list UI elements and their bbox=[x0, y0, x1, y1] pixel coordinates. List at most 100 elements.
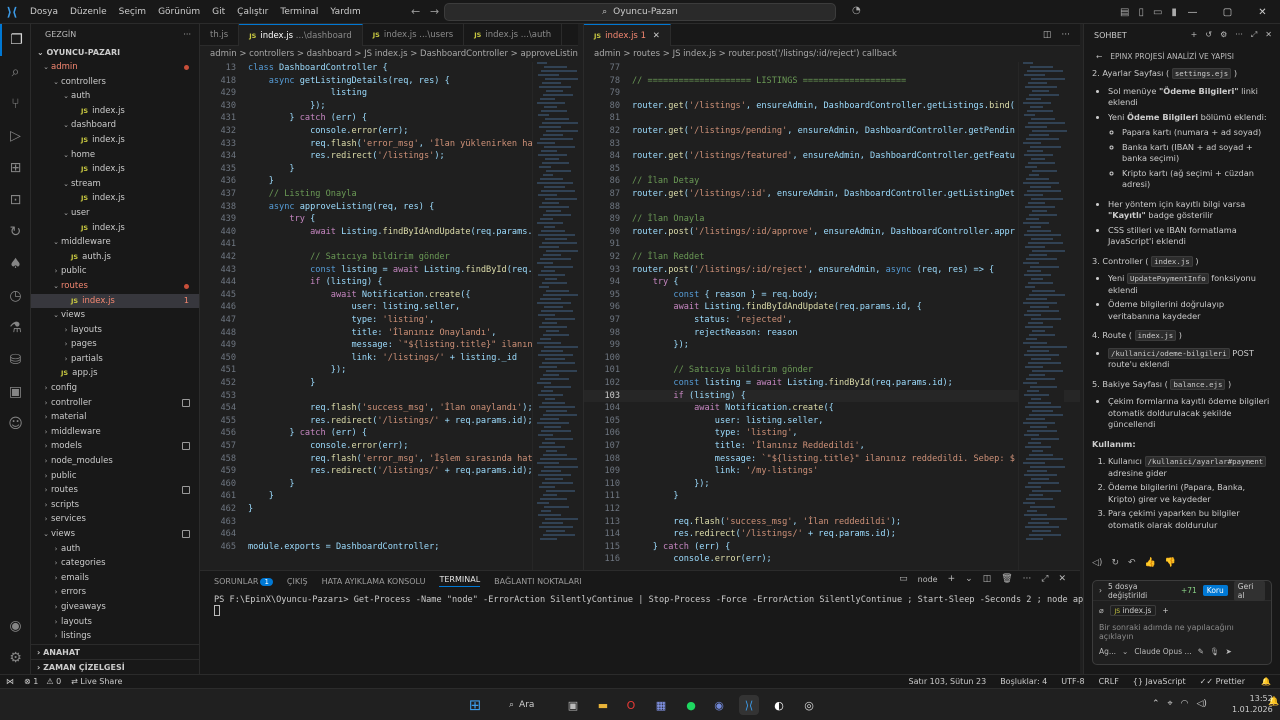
search-icon[interactable]: ⌕ bbox=[0, 56, 31, 88]
file-item[interactable]: JS index.js bbox=[31, 221, 199, 236]
code-line[interactable]: 114 res.redirect('/listings/' + req.para… bbox=[584, 528, 1080, 541]
code-line[interactable]: 432 console.error(err); bbox=[200, 125, 578, 138]
folder-item[interactable]: ⌄ views bbox=[31, 527, 199, 542]
folder-item[interactable]: ⌄ user bbox=[31, 206, 199, 221]
run-debug-icon[interactable]: ▷ bbox=[0, 120, 31, 152]
attach-icon[interactable]: ⌀ bbox=[1099, 606, 1104, 615]
minimize-icon[interactable]: — bbox=[1175, 7, 1210, 18]
chevron-down-icon[interactable]: ⌄ bbox=[1122, 647, 1128, 656]
file-encoding[interactable]: UTF-8 bbox=[1054, 677, 1091, 686]
indentation[interactable]: Boşluklar: 4 bbox=[993, 677, 1054, 686]
folder-item[interactable]: ⌄ middleware bbox=[31, 235, 199, 250]
workspace-root[interactable]: ⌄ OYUNCU-PAZARI bbox=[31, 46, 199, 60]
maximize-icon[interactable]: ⤢ bbox=[1251, 30, 1257, 40]
chat-input-field[interactable]: Bir sonraki adımda ne yapılacağını açıkl… bbox=[1093, 619, 1271, 641]
model-picker[interactable]: Claude Opus ... bbox=[1134, 647, 1191, 656]
command-center-search[interactable]: ⌕ Oyuncu-Pazarı bbox=[444, 3, 836, 21]
code-line[interactable]: 459 res.redirect('/listings/' + req.para… bbox=[200, 465, 578, 478]
code-line[interactable]: 107 title: 'İlanınız Reddedildi', bbox=[584, 440, 1080, 453]
notifications-icon[interactable]: 🔔 bbox=[1252, 677, 1280, 686]
chevron-up-icon[interactable]: ⌃ bbox=[1152, 699, 1160, 709]
code-line[interactable]: 446 user: listing.seller, bbox=[200, 301, 578, 314]
tab-ports[interactable]: BAĞLANTI NOKTALARI bbox=[494, 577, 582, 586]
folder-item[interactable]: ⌄ routes bbox=[31, 279, 199, 294]
shell-name[interactable]: node bbox=[918, 575, 938, 584]
terminal-output[interactable]: PS F:\EpinX\Oyuncu-Pazarı> Get-Process -… bbox=[200, 591, 1104, 620]
file-item[interactable]: JS index.js bbox=[31, 191, 199, 206]
file-item[interactable]: JS auth.js bbox=[31, 250, 199, 265]
code-line[interactable]: 86 // İlan Detay bbox=[584, 175, 1080, 188]
folder-item[interactable]: › material bbox=[31, 410, 199, 425]
language-mode[interactable]: {} JavaScript bbox=[1126, 677, 1193, 686]
explorer-icon[interactable]: ❐ bbox=[0, 24, 31, 56]
microphone-icon[interactable]: 🎙 bbox=[1210, 647, 1220, 656]
menu-go[interactable]: Git bbox=[206, 0, 231, 24]
folder-item[interactable]: ⌄ views bbox=[31, 308, 199, 323]
folder-item[interactable]: › middleware bbox=[31, 425, 199, 440]
code-line[interactable]: 99 }); bbox=[584, 339, 1080, 352]
close-icon[interactable]: ✕ bbox=[1245, 7, 1280, 18]
new-chat-icon[interactable]: + bbox=[1191, 30, 1198, 40]
file-item[interactable]: JS index.js bbox=[31, 133, 199, 148]
opera-browser-icon[interactable]: O bbox=[621, 695, 641, 715]
tools-icon[interactable]: ✎ bbox=[1198, 647, 1204, 656]
menu-view[interactable]: Görünüm bbox=[152, 0, 206, 24]
code-line[interactable]: 115 } catch (err) { bbox=[584, 541, 1080, 554]
folder-item[interactable]: › node_modules bbox=[31, 454, 199, 469]
folder-item[interactable]: › auth bbox=[31, 542, 199, 557]
code-line[interactable]: 445 await Notification.create({ bbox=[200, 289, 578, 302]
history-icon[interactable]: ↺ bbox=[1205, 30, 1212, 40]
code-line[interactable]: 418 async getListingDetails(req, res) { bbox=[200, 75, 578, 88]
file-item[interactable]: JS index.js 1 bbox=[31, 293, 199, 309]
code-line[interactable]: 443 const listing = await Listing.findBy… bbox=[200, 264, 578, 277]
folder-item[interactable]: › controller bbox=[31, 396, 199, 411]
code-line[interactable]: 429 listing bbox=[200, 87, 578, 100]
mongodb-icon[interactable]: ♠ bbox=[0, 248, 31, 280]
account-icon[interactable]: ◉ bbox=[0, 610, 31, 642]
vscode-taskbar-icon[interactable]: ⟩⟨ bbox=[739, 695, 759, 715]
back-arrow-icon[interactable]: ← bbox=[1096, 52, 1102, 61]
close-icon[interactable]: ✕ bbox=[1265, 30, 1272, 40]
folder-item[interactable]: › errors bbox=[31, 585, 199, 600]
breadcrumb[interactable]: admin > routes > JS index.js > router.po… bbox=[584, 46, 1080, 62]
code-line[interactable]: 462} bbox=[200, 503, 578, 516]
folder-item[interactable]: › emails bbox=[31, 571, 199, 586]
retry-icon[interactable]: ↻ bbox=[1111, 558, 1119, 568]
warnings-indicator[interactable]: ⚠ 0 bbox=[42, 677, 65, 686]
more-actions-icon[interactable]: ··· bbox=[183, 24, 191, 46]
code-line[interactable]: 98 rejectReason: reason bbox=[584, 327, 1080, 340]
line-ending[interactable]: CRLF bbox=[1092, 677, 1126, 686]
code-line[interactable]: 96 await Listing.findByIdAndUpdate(req.p… bbox=[584, 301, 1080, 314]
folder-item[interactable]: › categories bbox=[31, 556, 199, 571]
code-line[interactable]: 455 res.redirect('/listings/' + req.para… bbox=[200, 415, 578, 428]
folder-item[interactable]: › public bbox=[31, 264, 199, 279]
code-line[interactable]: 100 bbox=[584, 352, 1080, 365]
code-line[interactable]: 464 bbox=[200, 528, 578, 541]
code-line[interactable]: 110 }); bbox=[584, 478, 1080, 491]
code-line[interactable]: 434 res.redirect('/listings'); bbox=[200, 150, 578, 163]
code-line[interactable]: 463 bbox=[200, 516, 578, 529]
code-line[interactable]: 456 } catch (err) { bbox=[200, 427, 578, 440]
folder-item[interactable]: › models bbox=[31, 439, 199, 454]
folder-item[interactable]: ⌄ controllers bbox=[31, 75, 199, 90]
file-reference[interactable]: index.js bbox=[1134, 330, 1177, 341]
code-line[interactable]: 439 try { bbox=[200, 213, 578, 226]
code-line[interactable]: 450 link: '/listings/' + listing._id bbox=[200, 352, 578, 365]
code-line[interactable]: 440 await Listing.findByIdAndUpdate(req.… bbox=[200, 226, 578, 239]
github-desktop-icon[interactable]: ◐ bbox=[769, 695, 789, 715]
live-share-button[interactable]: ⇄ Live Share bbox=[65, 677, 128, 686]
code-line[interactable]: 79 bbox=[584, 87, 1080, 100]
add-context-icon[interactable]: + bbox=[1162, 606, 1168, 615]
code-line[interactable]: 430 }); bbox=[200, 100, 578, 113]
code-line[interactable]: 93 router.post('/listings/:id/reject', en… bbox=[584, 264, 1080, 277]
tab-dashboard-index-js[interactable]: JS index.js ...\dashboard bbox=[239, 24, 363, 46]
code-line[interactable]: 453 bbox=[200, 390, 578, 403]
folder-item[interactable]: › partials bbox=[31, 352, 199, 367]
code-line[interactable]: 436 } bbox=[200, 175, 578, 188]
volume-icon[interactable]: ◁) bbox=[1196, 699, 1206, 709]
folder-item[interactable]: ⌄ stream bbox=[31, 177, 199, 192]
code-line[interactable]: 435 } bbox=[200, 163, 578, 176]
volume-icon[interactable]: ◁) bbox=[1092, 558, 1102, 568]
code-line[interactable]: 108 message: `"${listing.title}" ilanını… bbox=[584, 453, 1080, 466]
file-item[interactable]: JS app.js bbox=[31, 366, 199, 381]
